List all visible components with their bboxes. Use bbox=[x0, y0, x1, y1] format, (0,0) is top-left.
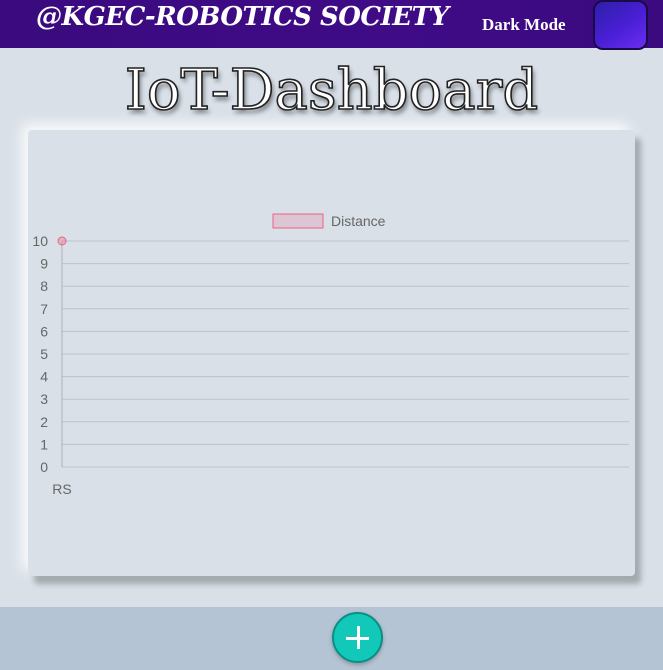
y-tick-label: 1 bbox=[40, 436, 48, 452]
y-tick-label: 2 bbox=[40, 414, 48, 430]
y-tick-label: 6 bbox=[40, 323, 48, 339]
y-tick-label: 9 bbox=[40, 256, 48, 272]
legend-swatch bbox=[272, 213, 324, 229]
y-tick-label: 10 bbox=[32, 233, 48, 249]
y-tick-label: 0 bbox=[40, 459, 48, 475]
y-tick-label: 5 bbox=[40, 346, 48, 362]
legend-label: Distance bbox=[331, 213, 386, 229]
dark-mode-label: Dark Mode bbox=[482, 15, 566, 34]
y-tick-label: 4 bbox=[40, 369, 48, 385]
y-tick-label: 8 bbox=[40, 278, 48, 294]
distance-chart: 0 1 2 3 4 5 6 7 8 9 10 RS Distance bbox=[32, 213, 629, 497]
x-tick-label: RS bbox=[52, 481, 71, 497]
chart-card: 0 1 2 3 4 5 6 7 8 9 10 RS Distance bbox=[28, 130, 635, 576]
y-tick-label: 3 bbox=[40, 391, 48, 407]
add-button[interactable] bbox=[332, 612, 383, 663]
y-tick-label: 7 bbox=[40, 301, 48, 317]
dark-mode-toggle[interactable] bbox=[593, 0, 648, 50]
brand-title: @KGEC-ROBOTICS SOCIETY bbox=[36, 2, 449, 32]
plus-icon-bar bbox=[346, 637, 369, 640]
top-nav-bar: @KGEC-ROBOTICS SOCIETY Dark Mode bbox=[0, 0, 663, 50]
data-point bbox=[57, 236, 67, 246]
page-title: IoT-Dashboard bbox=[124, 57, 539, 124]
